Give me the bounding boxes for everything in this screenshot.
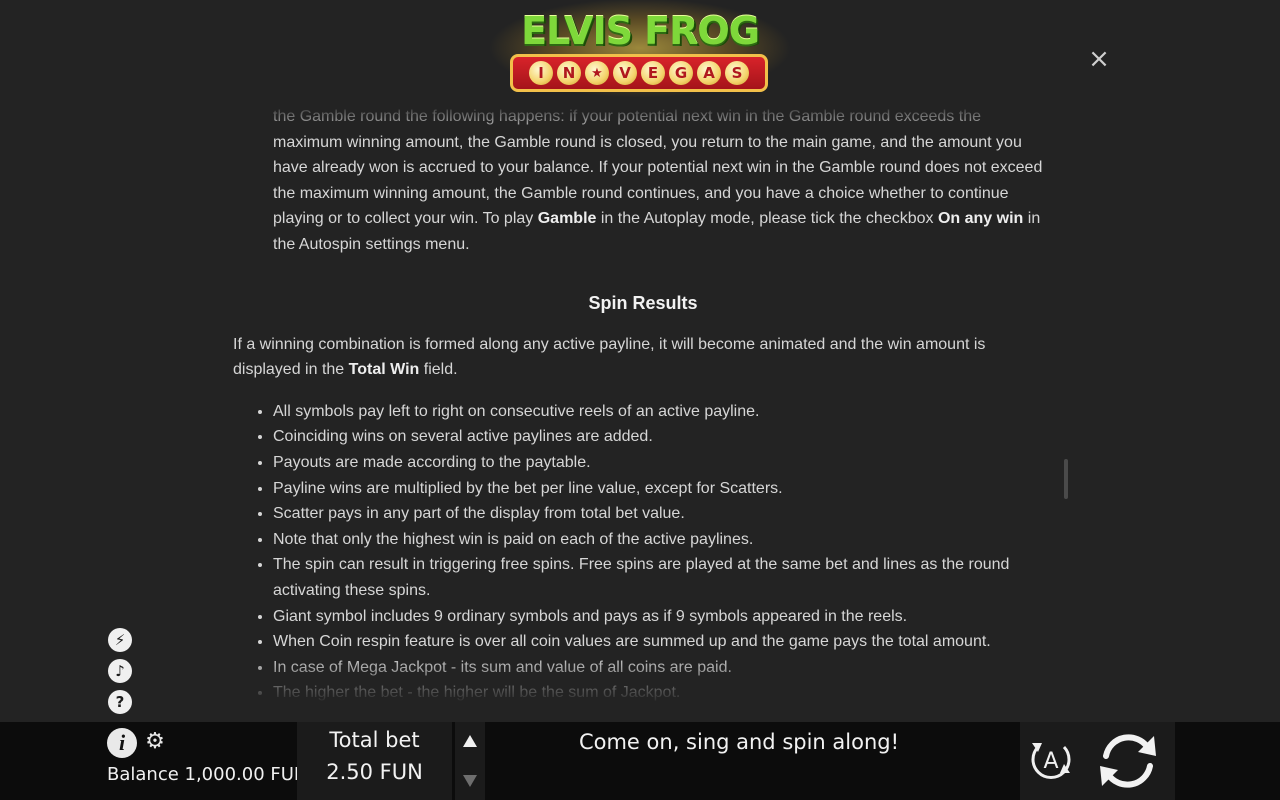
list-item: Giant symbol includes 9 ordinary symbols… (273, 604, 1053, 630)
logo-bulb: V (613, 61, 637, 85)
list-item: All symbols pay left to right on consecu… (273, 399, 1053, 425)
logo-bulb: G (669, 61, 693, 85)
total-bet-value: 2.50 FUN (326, 760, 423, 784)
bet-increase-button[interactable] (463, 735, 477, 747)
logo-bulb: E (641, 61, 665, 85)
sound-icon[interactable]: ♪ (108, 659, 132, 683)
paragraph-text: If a winning combination is formed along… (233, 335, 986, 379)
side-icon-group: ⚡ ♪ ? (108, 628, 132, 721)
autoplay-label: A (1043, 749, 1058, 774)
paragraph-bold: Total Win (348, 361, 420, 379)
spin-results-paragraph: If a winning combination is formed along… (233, 332, 1053, 383)
turbo-icon[interactable]: ⚡ (108, 628, 132, 652)
bet-decrease-button[interactable] (463, 775, 477, 787)
bet-stepper (455, 722, 485, 800)
list-item: Scatter pays in any part of the display … (273, 501, 1053, 527)
spin-button[interactable] (1094, 728, 1162, 794)
paragraph-bold: Gamble (537, 210, 597, 228)
list-item: In case of Mega Jackpot - its sum and va… (273, 655, 1053, 681)
rules-list: All symbols pay left to right on consecu… (233, 399, 1053, 704)
rules-content[interactable]: the Gamble round the following happens: … (233, 104, 1053, 704)
logo-title: ELVIS FROG (521, 9, 760, 53)
close-icon[interactable]: × (1088, 46, 1110, 72)
gamble-paragraph: the Gamble round the following happens: … (273, 104, 1053, 258)
autoplay-button[interactable]: A (1028, 737, 1074, 783)
balance-display: Balance 1,000.00 FUN (107, 764, 308, 785)
logo-bulb: I (529, 61, 553, 85)
logo-bulb: N (557, 61, 581, 85)
logo-plate: I N ★ V E G A S (510, 54, 768, 92)
list-item: When Coin respin feature is over all coi… (273, 629, 1053, 655)
list-item: The higher the bet - the higher will be … (273, 680, 1053, 704)
info-icon[interactable]: i (107, 728, 137, 758)
total-bet-panel: Total bet 2.50 FUN (297, 722, 452, 800)
status-message: Come on, sing and spin along! (578, 730, 900, 754)
logo-bulb: A (697, 61, 721, 85)
paragraph-bold: On any win (937, 210, 1024, 228)
help-icon[interactable]: ? (108, 690, 132, 714)
game-logo: ELVIS FROG I N ★ V E G A S (488, 0, 792, 98)
total-bet-label: Total bet (329, 728, 420, 752)
list-item: Coinciding wins on several active paylin… (273, 424, 1053, 450)
logo-star-bulb: ★ (585, 61, 609, 85)
gear-icon[interactable]: ⚙ (144, 731, 166, 753)
logo-bulb: S (725, 61, 749, 85)
list-item: The spin can result in triggering free s… (273, 552, 1053, 603)
list-item: Payouts are made according to the paytab… (273, 450, 1053, 476)
list-item: Note that only the highest win is paid o… (273, 527, 1053, 553)
paragraph-text: in the Autoplay mode, please tick the ch… (596, 210, 938, 228)
paragraph-text: field. (419, 361, 458, 379)
list-item: Payline wins are multiplied by the bet p… (273, 476, 1053, 502)
section-title: Spin Results (588, 292, 698, 313)
scrollbar-thumb[interactable] (1064, 459, 1068, 499)
